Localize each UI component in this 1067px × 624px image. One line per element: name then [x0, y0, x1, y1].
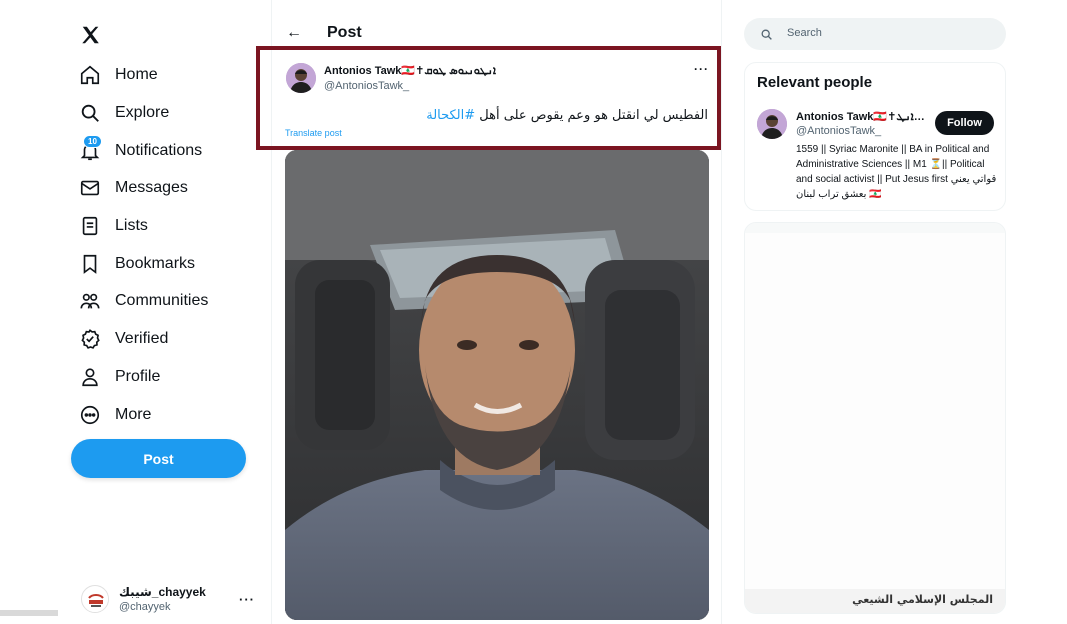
relevant-person-bio: 1559 || Syriac Maronite || BA in Politic… — [796, 144, 997, 200]
bell-icon: 10 — [78, 135, 102, 163]
tweet-hashtag[interactable]: #الكحالة — [426, 108, 475, 123]
author-handle[interactable]: @AntoniosTawk_ — [324, 80, 409, 92]
post-header: ← Post — [272, 0, 723, 44]
people-icon — [78, 289, 102, 313]
trends-card: المجلس الإسلامي الشيعي — [744, 222, 1006, 614]
nav-home[interactable]: Home — [78, 60, 158, 90]
notification-badge: 10 — [83, 135, 102, 148]
account-switcher[interactable]: شيبك_chayyek @chayyek ··· — [81, 582, 261, 616]
relevant-people-card: Relevant people Antonios Tawk🇱🇧✝︎ܐܢܛ… @A… — [744, 62, 1006, 211]
search-placeholder: Search — [787, 27, 822, 39]
main-column: ← Post Antonios Tawk🇱🇧✝︎ܐܢܛܘܢܝܘܣ ܛܘܩ @An… — [256, 0, 723, 624]
nav-bookmarks-label: Bookmarks — [115, 255, 196, 272]
x-logo-icon[interactable] — [80, 24, 104, 48]
page-title: Post — [327, 24, 362, 41]
nav-lists-label: Lists — [115, 217, 148, 234]
bookmark-icon — [78, 252, 102, 276]
author-avatar[interactable] — [286, 63, 316, 93]
nav-explore[interactable]: Explore — [78, 98, 169, 128]
nav-notifications-label: Notifications — [115, 142, 203, 159]
card-caption: المجلس الإسلامي الشيعي — [852, 593, 993, 606]
nav-messages[interactable]: Messages — [78, 173, 188, 203]
card-top-strip — [745, 223, 1005, 233]
nav-communities-label: Communities — [115, 292, 209, 309]
search-bar[interactable]: Search — [744, 18, 1006, 50]
nav-more-label: More — [115, 406, 152, 423]
nav-profile-label: Profile — [115, 368, 161, 385]
more-circle-icon — [78, 403, 102, 427]
left-nav: Home Explore 10 Notifications Messages L… — [0, 0, 271, 624]
home-icon — [78, 63, 102, 87]
nav-more[interactable]: More — [78, 400, 151, 430]
relevant-person-avatar[interactable] — [757, 109, 787, 139]
right-sidebar: Search Relevant people Antonios Tawk🇱🇧✝︎… — [744, 0, 1006, 624]
back-arrow-icon[interactable]: ← — [286, 24, 302, 42]
nav-notifications[interactable]: 10 Notifications — [78, 135, 203, 166]
account-handle: @chayyek — [119, 601, 171, 613]
relevant-person-name[interactable]: Antonios Tawk🇱🇧✝︎ܐܢܛ… — [796, 110, 925, 124]
nav-explore-label: Explore — [115, 104, 170, 121]
relevant-people-title: Relevant people — [757, 74, 873, 91]
nav-verified[interactable]: Verified — [78, 324, 168, 354]
search-icon — [78, 101, 102, 125]
person-icon — [78, 365, 102, 389]
nav-home-label: Home — [115, 66, 158, 83]
follow-button[interactable]: Follow — [935, 111, 994, 135]
post-button[interactable]: Post — [71, 439, 246, 478]
relevant-person-handle[interactable]: @AntoniosTawk_ — [796, 125, 881, 137]
translate-post-link[interactable]: Translate post — [285, 128, 342, 138]
scrollbar[interactable] — [0, 610, 58, 616]
tweet-text: الفطيس لي انقتل هو وعم يقوص على أهل #الك… — [426, 108, 708, 123]
nav-communities[interactable]: Communities — [78, 286, 208, 316]
tweet-body: الفطيس لي انقتل هو وعم يقوص على أهل — [479, 108, 708, 123]
highlighted-tweet: Antonios Tawk🇱🇧✝︎ܐܢܛܘܢܝܘܣ ܛܘܩ @AntoniosT… — [256, 46, 721, 150]
verified-icon — [78, 327, 102, 351]
account-avatar — [81, 585, 109, 613]
search-bar-icon — [760, 28, 773, 46]
list-icon — [78, 214, 102, 238]
account-more-icon[interactable]: ··· — [239, 592, 255, 607]
tweet-photo[interactable] — [285, 150, 709, 620]
nav-messages-label: Messages — [115, 179, 188, 196]
nav-bookmarks[interactable]: Bookmarks — [78, 249, 195, 279]
account-name: شيبك_chayyek — [119, 585, 206, 599]
author-name[interactable]: Antonios Tawk🇱🇧✝︎ܐܢܛܘܢܝܘܣ ܛܘܩ — [324, 64, 496, 78]
mail-icon — [78, 176, 102, 200]
nav-verified-label: Verified — [115, 330, 169, 347]
tweet-more-icon[interactable]: ··· — [694, 62, 709, 76]
nav-profile[interactable]: Profile — [78, 362, 160, 392]
nav-lists[interactable]: Lists — [78, 211, 148, 241]
